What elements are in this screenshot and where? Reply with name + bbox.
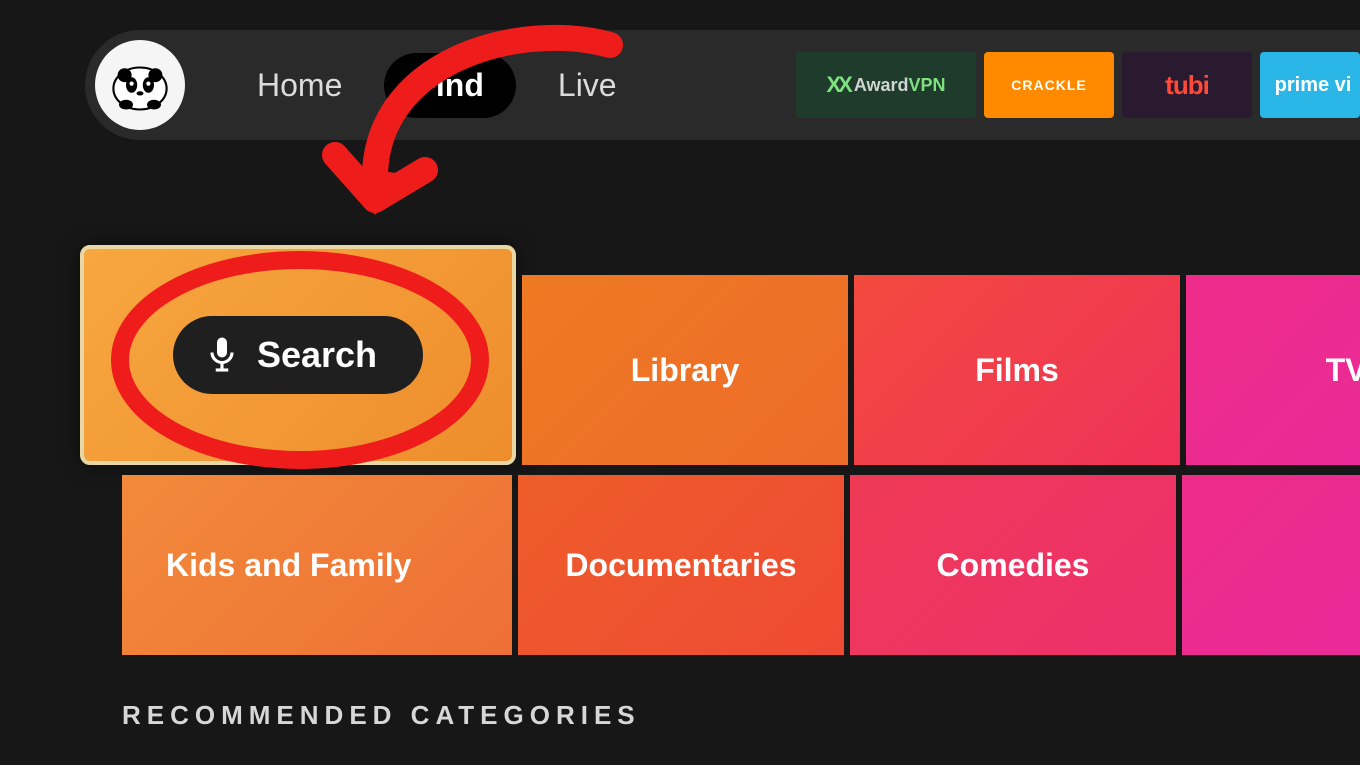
awardvpn-label-award: Award bbox=[854, 75, 909, 96]
shortcut-crackle[interactable]: CRACKLE bbox=[984, 52, 1114, 118]
nav-tab-home[interactable]: Home bbox=[225, 53, 374, 118]
tile-search[interactable]: Search bbox=[80, 245, 516, 465]
tile-documentaries[interactable]: Documentaries bbox=[518, 475, 844, 655]
shortcut-prime-video[interactable]: prime vi bbox=[1260, 52, 1360, 118]
shortcut-tubi[interactable]: tubi bbox=[1122, 52, 1252, 118]
nav-tabs: Home Find Live bbox=[225, 53, 649, 118]
profile-avatar[interactable] bbox=[95, 40, 185, 130]
tile-library[interactable]: Library bbox=[522, 275, 848, 465]
tile-tv-label: TV prog bbox=[1326, 352, 1360, 389]
category-grid-row2: Kids and Family Documentaries Comedies A… bbox=[122, 475, 1360, 655]
tile-comedies[interactable]: Comedies bbox=[850, 475, 1176, 655]
shortcut-awardvpn[interactable]: XX AwardVPN bbox=[796, 52, 976, 118]
search-pill[interactable]: Search bbox=[173, 316, 423, 394]
microphone-icon bbox=[207, 335, 237, 375]
tile-tv-programmes[interactable]: TV prog bbox=[1186, 275, 1360, 465]
tile-films[interactable]: Films bbox=[854, 275, 1180, 465]
nav-tab-find[interactable]: Find bbox=[384, 53, 516, 118]
tile-action[interactable]: Ac bbox=[1182, 475, 1360, 655]
section-heading-recommended: RECOMMENDED CATEGORIES bbox=[122, 700, 641, 731]
nav-tab-live[interactable]: Live bbox=[526, 53, 649, 118]
search-label: Search bbox=[257, 334, 377, 376]
app-shortcuts-row: XX AwardVPN CRACKLE tubi prime vi bbox=[796, 52, 1360, 118]
panda-avatar-icon bbox=[105, 50, 175, 120]
awardvpn-label-vpn: VPN bbox=[909, 75, 946, 96]
tile-kids-family[interactable]: Kids and Family bbox=[122, 475, 512, 655]
awardvpn-logo-icon: XX bbox=[826, 72, 849, 98]
